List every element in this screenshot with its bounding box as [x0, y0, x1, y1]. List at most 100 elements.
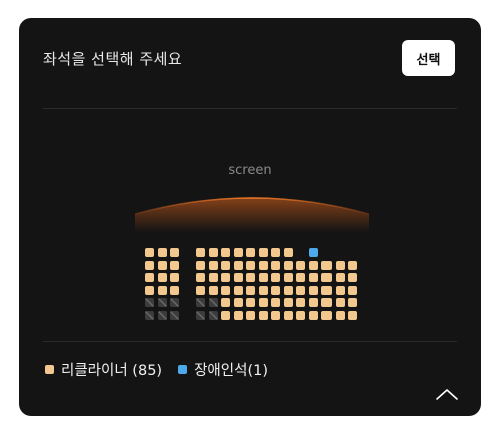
seat-selection-panel: 좌석을 선택해 주세요 선택 screen 리클라이너 (85) 장애인석(1) [19, 18, 481, 416]
seat-recliner[interactable] [258, 260, 268, 270]
seat-unavailable [145, 310, 154, 320]
seat-recliner[interactable] [170, 273, 179, 282]
seat-recliner[interactable] [258, 298, 268, 307]
seat-unavailable [157, 298, 167, 307]
seat-recliner[interactable] [296, 260, 305, 270]
seat-recliner[interactable] [233, 273, 243, 282]
seat-recliner[interactable] [283, 248, 293, 257]
seat-recliner[interactable] [296, 310, 305, 320]
seat-recliner[interactable] [208, 273, 218, 282]
seat-recliner[interactable] [145, 248, 154, 257]
seat-recliner[interactable] [308, 273, 318, 282]
seat-recliner[interactable] [208, 260, 218, 270]
seat-recliner[interactable] [348, 310, 357, 320]
seat-recliner[interactable] [208, 248, 218, 257]
seat-recliner[interactable] [323, 285, 332, 295]
seat-recliner[interactable] [221, 298, 230, 307]
legend: 리클라이너 (85) 장애인석(1) [45, 359, 284, 380]
seat-recliner[interactable] [323, 260, 332, 270]
seat-recliner[interactable] [335, 273, 345, 282]
seat-recliner[interactable] [221, 285, 230, 295]
seat-recliner[interactable] [157, 273, 167, 282]
seat-recliner[interactable] [335, 285, 345, 295]
seat-recliner[interactable] [271, 285, 280, 295]
seat-recliner[interactable] [246, 273, 255, 282]
legend-divider [43, 341, 457, 342]
seat-recliner[interactable] [323, 310, 332, 320]
seat-recliner[interactable] [170, 260, 179, 270]
seat-recliner[interactable] [296, 298, 305, 307]
seat-recliner[interactable] [170, 248, 179, 257]
seat-recliner[interactable] [308, 310, 318, 320]
seat-recliner[interactable] [221, 260, 230, 270]
seat-recliner[interactable] [296, 285, 305, 295]
seat-recliner[interactable] [157, 248, 167, 257]
seat-recliner[interactable] [323, 298, 332, 307]
seat-recliner[interactable] [145, 260, 154, 270]
seat-recliner[interactable] [271, 298, 280, 307]
seat-recliner[interactable] [221, 273, 230, 282]
seat-recliner[interactable] [283, 285, 293, 295]
seat-recliner[interactable] [258, 310, 268, 320]
seat-recliner[interactable] [271, 248, 280, 257]
seat-recliner[interactable] [348, 298, 357, 307]
seat-recliner[interactable] [233, 248, 243, 257]
seat-recliner[interactable] [145, 285, 154, 295]
seat-recliner[interactable] [196, 273, 205, 282]
legend-recliner: 리클라이너 (85) [45, 359, 162, 380]
seat-recliner[interactable] [308, 260, 318, 270]
seat-recliner[interactable] [348, 285, 357, 295]
seat-unavailable [170, 298, 179, 307]
seat-unavailable [196, 310, 205, 320]
collapse-button[interactable] [433, 384, 461, 406]
seat-recliner[interactable] [271, 260, 280, 270]
seat-recliner[interactable] [308, 298, 318, 307]
seat-recliner[interactable] [196, 260, 205, 270]
seat-recliner[interactable] [348, 260, 357, 270]
seat-recliner[interactable] [283, 260, 293, 270]
seat-recliner[interactable] [157, 260, 167, 270]
seat-recliner[interactable] [271, 310, 280, 320]
seat-recliner[interactable] [196, 248, 205, 257]
seat-recliner[interactable] [258, 285, 268, 295]
seat-recliner[interactable] [246, 310, 255, 320]
seat-recliner[interactable] [258, 273, 268, 282]
seat-recliner[interactable] [233, 285, 243, 295]
seat-unavailable [196, 298, 205, 307]
recliner-swatch [45, 365, 54, 374]
seat-recliner[interactable] [157, 285, 167, 295]
seat-recliner[interactable] [221, 310, 230, 320]
seat-recliner[interactable] [233, 310, 243, 320]
legend-accessible-label: 장애인석(1) [194, 363, 268, 379]
seat-recliner[interactable] [335, 260, 345, 270]
legend-accessible: 장애인석(1) [178, 359, 268, 380]
seat-recliner[interactable] [283, 298, 293, 307]
seat-recliner[interactable] [246, 260, 255, 270]
seat-recliner[interactable] [335, 298, 345, 307]
seat-recliner[interactable] [308, 285, 318, 295]
seat-recliner[interactable] [258, 248, 268, 257]
seat-recliner[interactable] [145, 273, 154, 282]
seat-recliner[interactable] [246, 298, 255, 307]
seat-recliner[interactable] [246, 285, 255, 295]
seat-recliner[interactable] [348, 273, 357, 282]
seat-recliner[interactable] [233, 260, 243, 270]
seat-recliner[interactable] [170, 285, 179, 295]
seat-recliner[interactable] [335, 310, 345, 320]
seat-recliner[interactable] [323, 273, 332, 282]
seat-unavailable [208, 310, 218, 320]
seat-recliner[interactable] [271, 273, 280, 282]
seat-recliner[interactable] [221, 248, 230, 257]
seat-map [19, 18, 481, 416]
seat-unavailable [157, 310, 167, 320]
legend-recliner-label: 리클라이너 (85) [61, 363, 163, 379]
seat-recliner[interactable] [283, 310, 293, 320]
seat-recliner[interactable] [233, 298, 243, 307]
seat-recliner[interactable] [196, 285, 205, 295]
seat-recliner[interactable] [246, 248, 255, 257]
seat-accessible[interactable] [308, 248, 318, 257]
seat-recliner[interactable] [296, 273, 305, 282]
seat-recliner[interactable] [283, 273, 293, 282]
chevron-up-icon [436, 389, 458, 400]
seat-recliner[interactable] [208, 285, 218, 295]
